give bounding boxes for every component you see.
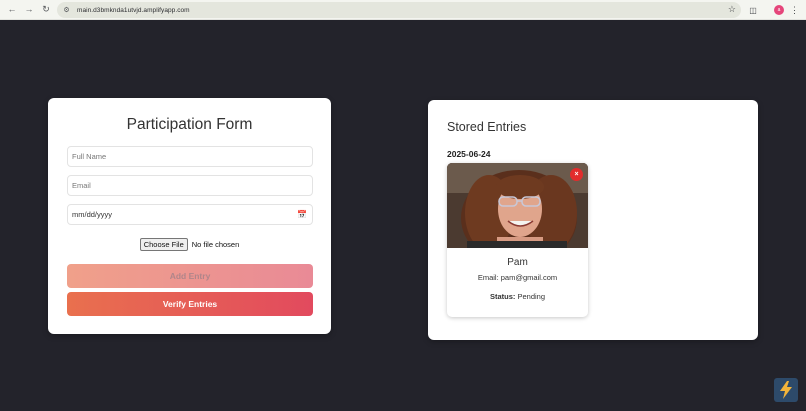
back-icon[interactable]: ← — [6, 4, 18, 16]
verify-entries-button[interactable]: Verify Entries — [67, 292, 313, 316]
entry-name: Pam — [507, 257, 528, 268]
browser-toolbar: ← → ↻ ⚙ main.d3bmknda1utvjd.amplifyapp.c… — [0, 0, 806, 20]
full-name-input[interactable] — [67, 146, 313, 167]
participation-form-card: Participation Form mm/dd/yyyy 📅 Choose F… — [48, 98, 331, 334]
bookmark-star-icon[interactable]: ☆ — [728, 4, 736, 15]
entry-status-label: Status: — [489, 292, 516, 301]
url-text: main.d3bmknda1utvjd.amplifyapp.com — [77, 6, 190, 14]
email-input[interactable] — [67, 175, 313, 196]
entry-email-label: Email: — [477, 273, 499, 282]
entry-email: Email: pam@gmail.com — [447, 273, 588, 282]
date-placeholder: mm/dd/yyyy — [72, 210, 113, 219]
file-upload: Choose File No file chosen — [48, 238, 331, 251]
form-title: Participation Form — [126, 116, 253, 133]
more-menu-icon[interactable]: ⋮ — [790, 5, 799, 15]
choose-file-button[interactable]: Choose File — [139, 238, 188, 251]
address-bar[interactable]: ⚙ main.d3bmknda1utvjd.amplifyapp.com ☆ — [57, 2, 741, 18]
entry-email-value: pam@gmail.com — [500, 273, 558, 282]
profile-avatar[interactable]: a — [774, 5, 784, 15]
forward-icon[interactable]: → — [23, 4, 35, 16]
entry-card: × Pam Email: pam@gmail.com Status: Pendi… — [447, 163, 588, 317]
remove-entry-button[interactable]: × — [570, 168, 583, 181]
calendar-icon[interactable]: 📅 — [297, 210, 307, 219]
entry-status-value: Pending — [517, 292, 546, 301]
add-entry-button[interactable]: Add Entry — [67, 264, 313, 288]
extensions-icon[interactable]: ◫ — [748, 5, 758, 15]
reload-icon[interactable]: ↻ — [40, 4, 52, 16]
lightning-app-icon[interactable] — [774, 378, 798, 402]
stored-entries-card: Stored Entries 2025-06-24 × Pam Email: p… — [428, 100, 758, 340]
stored-entries-title: Stored Entries — [447, 120, 527, 134]
entry-photo — [447, 163, 588, 266]
file-status-text: No file chosen — [191, 240, 240, 249]
date-input[interactable]: mm/dd/yyyy 📅 — [67, 204, 313, 225]
entry-status: Status: Pending — [447, 292, 588, 301]
site-info-icon[interactable]: ⚙ — [62, 6, 71, 15]
entry-date-heading: 2025-06-24 — [447, 149, 491, 159]
